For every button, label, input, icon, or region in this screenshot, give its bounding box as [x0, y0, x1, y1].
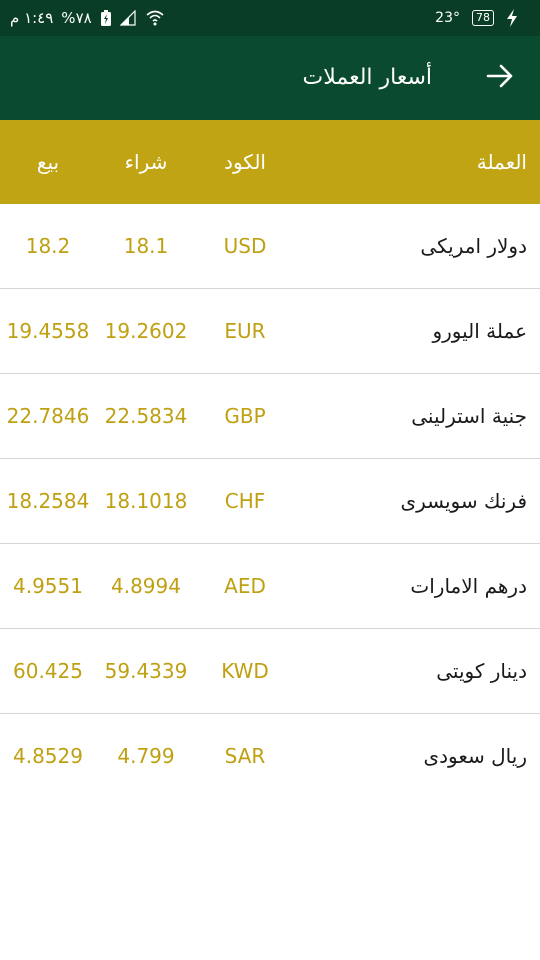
table-row[interactable]: دولار امريكى USD 18.1 18.2 [0, 204, 540, 289]
header-code: الكود [224, 150, 266, 174]
status-bar-right: 23° 78 [435, 0, 518, 36]
currency-name: عملة اليورو [432, 319, 527, 343]
sell-price: 18.2584 [6, 489, 90, 513]
buy-price: 4.799 [117, 744, 175, 768]
signal-icon [119, 10, 138, 26]
currency-code: EUR [224, 319, 266, 343]
status-bar: ١:٤٩ م %٧٨ 23° 78 [0, 0, 540, 36]
arrow-right-icon [486, 64, 514, 92]
battery-percent: %٧٨ [61, 9, 92, 27]
battery-icon [100, 9, 112, 27]
back-button[interactable] [478, 56, 522, 100]
buy-price: 59.4339 [104, 659, 188, 683]
table-row[interactable]: درهم الامارات AED 4.8994 4.9551 [0, 544, 540, 629]
currency-name: فرنك سويسرى [400, 489, 527, 513]
buy-price: 18.1 [123, 234, 169, 258]
buy-price: 18.1018 [104, 489, 188, 513]
status-time: ١:٤٩ م [10, 9, 54, 27]
sell-price: 18.2 [25, 234, 71, 258]
sell-price: 4.9551 [13, 574, 83, 598]
header-currency: العملة [476, 150, 527, 174]
app-bar: أسعار العملات [0, 36, 540, 120]
currency-name: جنية استرلينى [411, 404, 527, 428]
currency-code: AED [224, 574, 266, 598]
buy-price: 4.8994 [111, 574, 181, 598]
status-bar-left: ١:٤٩ م %٧٨ [10, 0, 164, 36]
sell-price: 19.4558 [6, 319, 90, 343]
lightning-icon [506, 9, 518, 27]
buy-price: 22.5834 [104, 404, 188, 428]
table-row[interactable]: فرنك سويسرى CHF 18.1018 18.2584 [0, 459, 540, 544]
wifi-icon [146, 10, 164, 26]
sell-price: 4.8529 [13, 744, 83, 768]
sell-price: 22.7846 [6, 404, 90, 428]
buy-price: 19.2602 [104, 319, 188, 343]
currency-code: CHF [224, 489, 266, 513]
table-row[interactable]: ريال سعودى SAR 4.799 4.8529 [0, 714, 540, 798]
notification-badge: 78 [472, 10, 494, 26]
currency-list: دولار امريكى USD 18.1 18.2 عملة اليورو E… [0, 204, 540, 798]
currency-name: ريال سعودى [423, 744, 527, 768]
currency-code: SAR [224, 744, 266, 768]
page-title: أسعار العملات [302, 65, 432, 90]
currency-name: درهم الامارات [410, 574, 527, 598]
temperature: 23° [435, 10, 460, 26]
currency-code: GBP [224, 404, 266, 428]
table-header: العملة الكود شراء بيع [0, 120, 540, 204]
currency-name: دينار كويتى [436, 659, 527, 683]
currency-code: KWD [221, 659, 269, 683]
header-sell: بيع [36, 150, 60, 174]
table-row[interactable]: عملة اليورو EUR 19.2602 19.4558 [0, 289, 540, 374]
header-buy: شراء [124, 150, 168, 174]
table-row[interactable]: جنية استرلينى GBP 22.5834 22.7846 [0, 374, 540, 459]
sell-price: 60.425 [13, 659, 83, 683]
currency-code: USD [223, 234, 267, 258]
table-row[interactable]: دينار كويتى KWD 59.4339 60.425 [0, 629, 540, 714]
currency-name: دولار امريكى [420, 234, 527, 258]
